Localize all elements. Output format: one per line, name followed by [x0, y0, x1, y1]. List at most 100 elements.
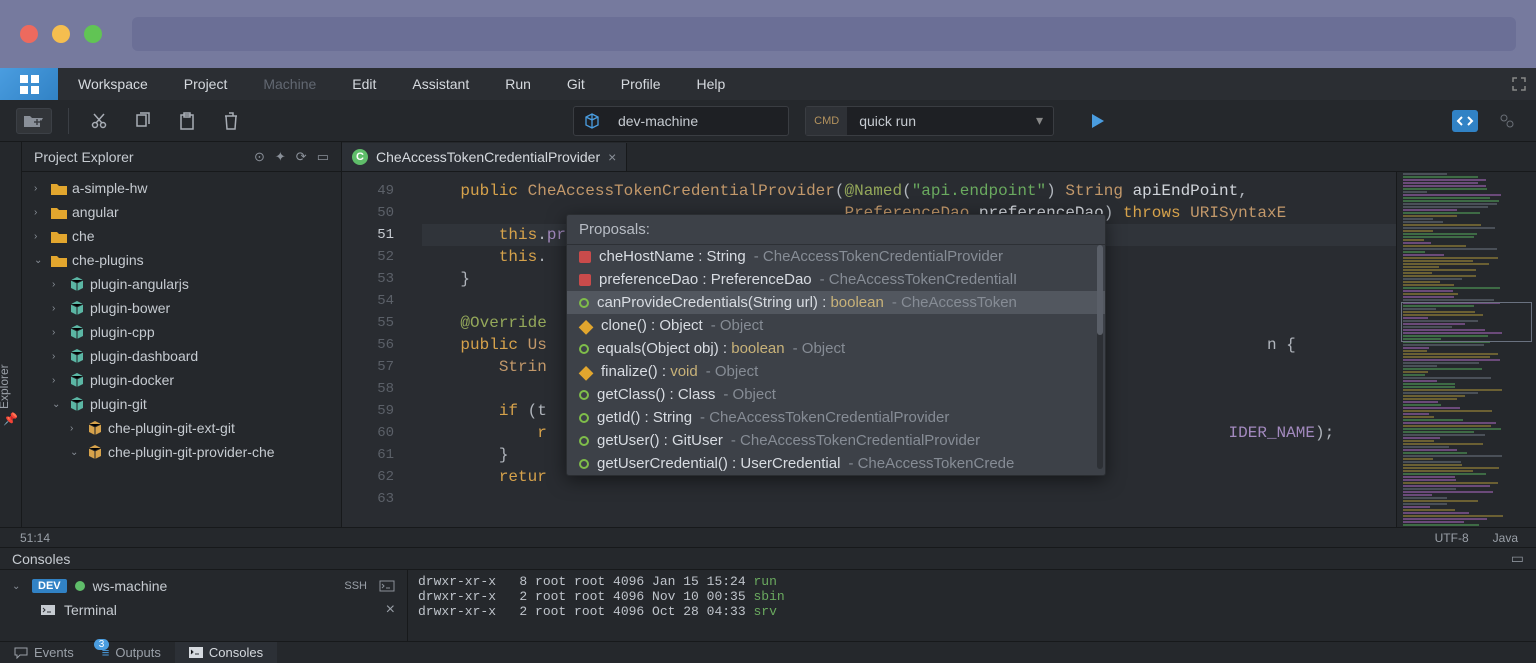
new-file-button[interactable] [16, 108, 52, 134]
popup-title: Proposals: [567, 215, 1105, 245]
tab-outputs[interactable]: ≡3 Outputs [88, 642, 175, 663]
paste-button[interactable] [173, 107, 201, 135]
menu-item-machine[interactable]: Machine [263, 76, 316, 92]
tree-item[interactable]: ›che-plugin-git-ext-git [22, 416, 341, 440]
dev-badge: DEV [32, 579, 67, 593]
autocomplete-item[interactable]: cheHostName : String - CheAccessTokenCre… [567, 245, 1105, 268]
tree-item[interactable]: ›a-simple-hw [22, 176, 341, 200]
menu-item-workspace[interactable]: Workspace [78, 76, 148, 92]
traffic-lights [20, 25, 102, 43]
maximize-window-button[interactable] [84, 25, 102, 43]
autocomplete-item[interactable]: preferenceDao : PreferenceDao - CheAcces… [567, 268, 1105, 291]
autocomplete-item[interactable]: getUserCredential() : UserCredential - C… [567, 452, 1105, 475]
popup-scrollbar[interactable] [1097, 245, 1103, 469]
sidebar-tab-strip: Explorer 📌 [0, 142, 22, 527]
folder-icon [50, 254, 68, 267]
class-icon: C [352, 149, 368, 165]
minimize-panel-icon[interactable]: ▭ [317, 149, 329, 165]
override-icon: ◆ [579, 365, 593, 379]
tab-events[interactable]: Events [0, 642, 88, 663]
tree-item[interactable]: ⌄che-plugins [22, 248, 341, 272]
run-button[interactable] [1088, 112, 1106, 130]
menu-item-help[interactable]: Help [696, 76, 725, 92]
menu-item-edit[interactable]: Edit [352, 76, 376, 92]
tree-item[interactable]: ›plugin-cpp [22, 320, 341, 344]
minimize-window-button[interactable] [52, 25, 70, 43]
autocomplete-item[interactable]: ◆clone() : Object - Object [567, 314, 1105, 337]
collapse-icon[interactable]: ✦ [275, 149, 286, 165]
close-icon[interactable]: × [608, 149, 616, 165]
editor-tab[interactable]: C CheAccessTokenCredentialProvider × [342, 143, 627, 171]
minimap-viewport[interactable] [1401, 302, 1532, 342]
cube-icon [574, 112, 610, 130]
close-window-button[interactable] [20, 25, 38, 43]
editor-area: C CheAccessTokenCredentialProvider × 495… [342, 142, 1536, 527]
tree-item[interactable]: ›plugin-dashboard [22, 344, 341, 368]
command-selector[interactable]: CMD quick run ▾ [805, 106, 1054, 136]
copy-button[interactable] [129, 107, 157, 135]
toolbar: dev-machine CMD quick run ▾ [0, 100, 1536, 142]
machine-name: ws-machine [93, 578, 168, 594]
pkg-icon [68, 300, 86, 316]
method-icon [579, 298, 589, 308]
close-terminal-icon[interactable]: × [386, 601, 395, 619]
settings-icon[interactable] [1494, 110, 1520, 132]
tree-item[interactable]: ›angular [22, 200, 341, 224]
autocomplete-item[interactable]: getClass() : Class - Object [567, 383, 1105, 406]
folder-icon [50, 206, 68, 219]
pin-icon[interactable]: 📌 [3, 412, 18, 426]
tree-item[interactable]: ⌄plugin-git [22, 392, 341, 416]
autocomplete-item[interactable]: equals(Object obj) : boolean - Object [567, 337, 1105, 360]
project-explorer-panel: Project Explorer ⊙ ✦ ⟳ ▭ ›a-simple-hw›an… [22, 142, 342, 527]
file-encoding[interactable]: UTF-8 [1435, 531, 1469, 545]
cursor-position: 51:14 [0, 531, 50, 545]
autocomplete-item[interactable]: canProvideCredentials(String url) : bool… [567, 291, 1105, 314]
autocomplete-item[interactable]: getId() : String - CheAccessTokenCredent… [567, 406, 1105, 429]
minimize-consoles-icon[interactable]: ▭ [1511, 550, 1524, 567]
tree-item[interactable]: ›che [22, 224, 341, 248]
file-language[interactable]: Java [1493, 531, 1518, 545]
autocomplete-popup: Proposals: cheHostName : String - CheAcc… [566, 214, 1106, 476]
sidebar-tab-explorer[interactable]: Explorer [0, 364, 11, 409]
terminal-row[interactable]: Terminal × [0, 598, 407, 622]
override-icon: ◆ [579, 319, 593, 333]
field-icon [579, 251, 591, 263]
ssh-icon[interactable] [379, 580, 395, 592]
tree-item[interactable]: ›plugin-docker [22, 368, 341, 392]
browser-address-bar[interactable] [132, 17, 1516, 51]
cut-button[interactable] [85, 107, 113, 135]
machine-selector[interactable]: dev-machine [573, 106, 789, 136]
field-icon [579, 274, 591, 286]
menu-item-run[interactable]: Run [505, 76, 531, 92]
delete-button[interactable] [217, 107, 245, 135]
outputs-badge: 3 [94, 639, 110, 650]
autocomplete-item[interactable]: getUser() : GitUser - CheAccessTokenCred… [567, 429, 1105, 452]
menu-item-assistant[interactable]: Assistant [412, 76, 469, 92]
ssh-label[interactable]: SSH [344, 580, 367, 592]
autocomplete-item[interactable]: ◆finalize() : void - Object [567, 360, 1105, 383]
menu-item-git[interactable]: Git [567, 76, 585, 92]
cmd-tag: CMD [806, 107, 847, 135]
machine-label: dev-machine [610, 113, 788, 129]
console-machine-row[interactable]: ⌄ DEV ws-machine SSH [0, 574, 407, 598]
menu-item-profile[interactable]: Profile [621, 76, 661, 92]
refresh-icon[interactable]: ⟳ [296, 149, 307, 165]
method-icon [579, 436, 589, 446]
folder-icon [50, 182, 68, 195]
app-logo[interactable] [0, 68, 58, 100]
locate-icon[interactable]: ⊙ [254, 149, 265, 165]
terminal-output[interactable]: drwxr-xr-x 8 root root 4096 Jan 15 15:24… [408, 570, 1536, 641]
pkg-icon [68, 348, 86, 364]
tab-consoles[interactable]: Consoles [175, 642, 277, 663]
editor-tabs: C CheAccessTokenCredentialProvider × [342, 142, 1536, 172]
terminal-label: Terminal [64, 602, 117, 618]
tree-item[interactable]: ⌄che-plugin-git-provider-che [22, 440, 341, 464]
tree-item[interactable]: ›plugin-bower [22, 296, 341, 320]
fullscreen-icon[interactable] [1512, 77, 1526, 91]
tree-item[interactable]: ›plugin-angularjs [22, 272, 341, 296]
menu-item-project[interactable]: Project [184, 76, 228, 92]
ext-icon [86, 444, 104, 460]
code-view-icon[interactable] [1452, 110, 1478, 132]
minimap[interactable] [1396, 172, 1536, 527]
method-icon [579, 459, 589, 469]
